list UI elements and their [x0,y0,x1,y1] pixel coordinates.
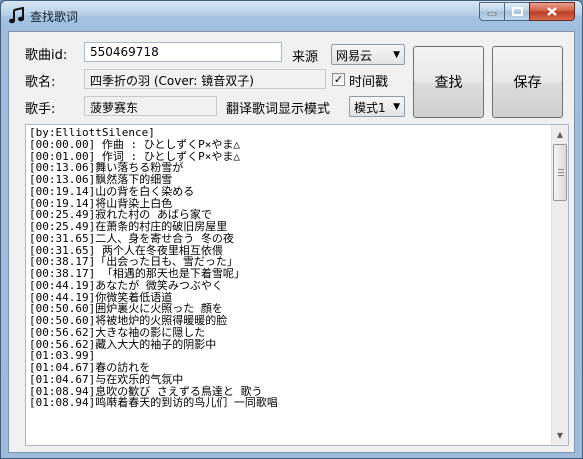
source-select[interactable]: 网易云 ▼ [331,44,405,65]
lyric-line: [00:56.62]大きな袖の影に隠した [29,325,206,339]
translate-mode-select[interactable]: 模式1 ▼ [349,96,405,117]
singer-field[interactable]: 菠萝赛东 [84,96,217,116]
translate-mode-value: 模式1 [354,101,386,115]
minimize-button[interactable] [479,2,505,21]
source-select-value: 网易云 [336,49,373,63]
scroll-up-icon[interactable]: ▲ [552,126,568,143]
scroll-thumb[interactable] [553,144,567,201]
scroll-down-icon[interactable]: ▼ [552,427,568,444]
save-button[interactable]: 保存 [492,46,563,118]
lyric-line: [00:38.17] 「相遇的那天也是下着雪呢」 [29,267,245,280]
song-name-label: 歌名: [25,75,56,90]
vertical-scrollbar[interactable]: ▲ ▼ [551,125,568,445]
maximize-icon [511,7,523,16]
translate-mode-label: 翻译歌词显示模式 [226,102,331,117]
close-icon [547,7,557,16]
lyrics-textarea[interactable]: [by:ElliottSilence] [00:00.00] 作曲 : ひとしずく… [25,124,569,446]
lyric-line: [by:ElliottSilence] [29,127,155,139]
minimize-icon [487,12,497,15]
window-title: 查找歌词 [30,10,79,24]
maximize-button[interactable] [504,2,530,21]
lyric-line: [01:08.94]鸣啭着春天的到访的鸟儿们 一同歌唱 [29,396,278,410]
search-button[interactable]: 查找 [413,46,484,118]
title-bar[interactable]: 查找歌词 [1,1,582,30]
lyrics-content: [by:ElliottSilence] [00:00.00] 作曲 : ひとしずく… [29,127,547,442]
close-button[interactable] [529,2,575,21]
lyric-line: [00:44.19]あなたが 微笑みつぶやく [29,278,223,292]
dropdown-arrow-icon: ▼ [393,50,400,60]
lyric-line: [00:13.06]飘然落下的细雪 [29,173,173,186]
music-note-icon [9,7,24,24]
lyric-line: [00:31.65]二人、身を寄せ合う 冬の夜 [29,231,234,245]
dropdown-arrow-icon: ▼ [393,102,400,112]
song-name-field[interactable]: 四季折の羽 (Cover: 镜音双子) [84,69,326,89]
lyric-line: [00:50.60]将被地炉的火照得暖暖的脸 [29,314,228,327]
timestamp-label: 时间戳 [349,75,389,90]
source-label: 来源 [292,50,319,65]
lyric-line: [00:25.49]在萧条的村庄的破旧房屋里 [29,220,228,233]
timestamp-checkbox[interactable]: ✓ [332,73,345,86]
lyric-line: [00:56.62]藏入大大的袖子的阴影中 [29,337,217,351]
lyric-line: [01:04.67]春の訪れを [29,361,151,374]
song-id-label: 歌曲id: [25,48,68,63]
client-area: 歌曲id: 550469718 来源 网易云 ▼ 歌名: 四季折の羽 (Cove… [8,31,575,453]
main-window: 查找歌词 歌曲id: 550469718 来源 网易云 ▼ 歌名: 四季折の羽 … [0,0,583,459]
lyric-line: [00:00.00] 作曲 : ひとしずくP×やま△ [29,137,241,151]
lyric-line: [00:19.14]山の背を白く染める [29,184,195,198]
singer-label: 歌手: [25,102,56,117]
lyric-line: [01:04.67]与在欢乐的气氛中 [29,372,184,386]
song-id-input[interactable]: 550469718 [84,42,282,62]
